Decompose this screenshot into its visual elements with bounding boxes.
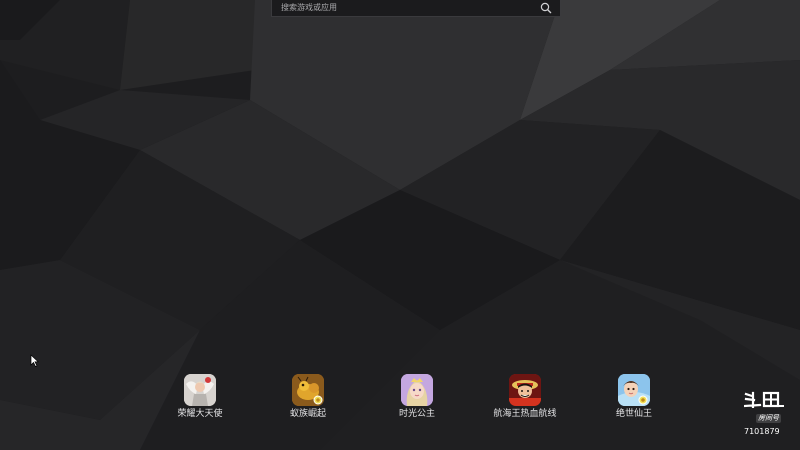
- room-label: 房间号: [756, 414, 781, 423]
- app-label: 时光公主: [398, 409, 435, 419]
- app-label: 航海王热血航线: [493, 409, 557, 419]
- desktop-screen: 搜索游戏或应用 荣耀大天使 蚁族崛起 时光公主 航海王热血航线 绝世仙王 房间号…: [0, 0, 800, 450]
- room-number: 7101879: [744, 427, 780, 436]
- princess-game-icon[interactable]: [401, 374, 433, 406]
- app-label: 绝世仙王: [615, 409, 652, 419]
- douyu-watermark: 房间号 7101879: [742, 391, 788, 439]
- ant-game-icon[interactable]: [292, 374, 324, 406]
- one-piece-game-icon[interactable]: [509, 374, 541, 406]
- mouse-cursor-icon: [30, 354, 39, 367]
- app-label: 蚁族崛起: [289, 409, 326, 419]
- immortal-king-game-icon[interactable]: [618, 374, 650, 406]
- app-label: 荣耀大天使: [177, 409, 223, 419]
- search-icon[interactable]: [540, 2, 552, 14]
- app-ant-rise[interactable]: 蚁族崛起: [268, 374, 348, 422]
- app-one-piece-voyage[interactable]: 航海王热血航线: [485, 374, 565, 422]
- search-bar[interactable]: 搜索游戏或应用: [271, 0, 561, 17]
- app-time-princess[interactable]: 时光公主: [377, 374, 457, 422]
- app-honor-archangel[interactable]: 荣耀大天使: [160, 374, 240, 422]
- app-immortal-king[interactable]: 绝世仙王: [594, 374, 674, 422]
- angel-game-icon[interactable]: [184, 374, 216, 406]
- douyu-logo-icon: [744, 391, 784, 408]
- search-placeholder[interactable]: 搜索游戏或应用: [281, 3, 337, 13]
